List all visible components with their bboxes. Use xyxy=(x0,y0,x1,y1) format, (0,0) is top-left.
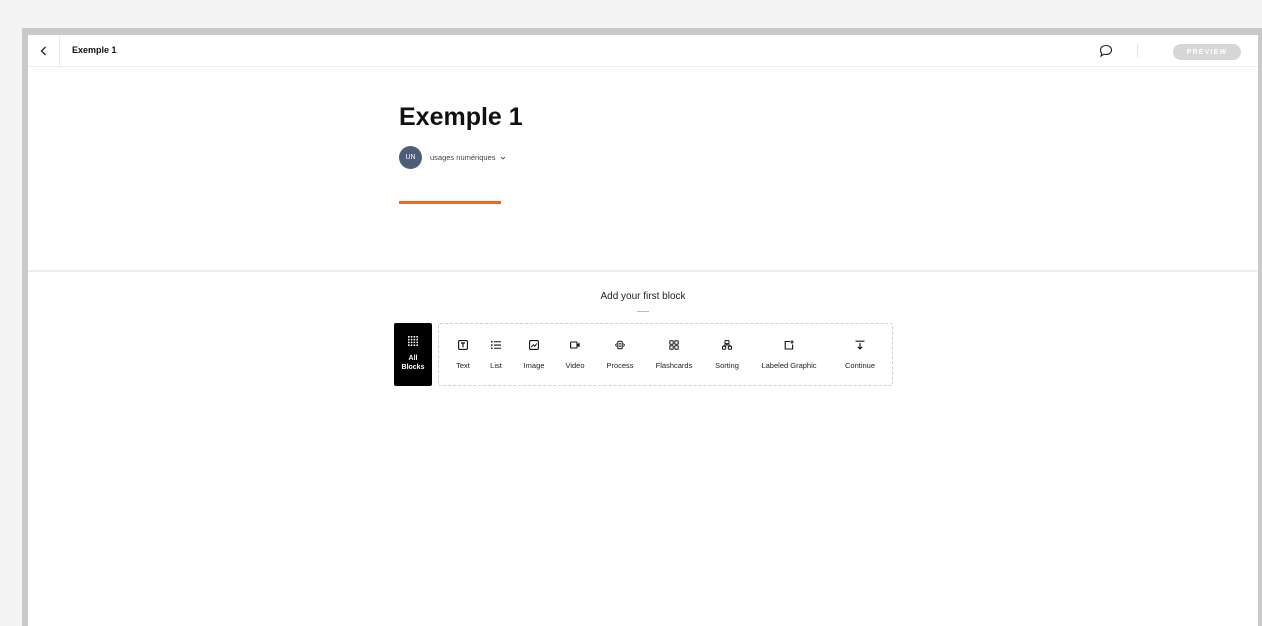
block-label: List xyxy=(490,361,502,370)
block-text-button[interactable]: Text xyxy=(445,324,481,385)
author-selector[interactable]: UN usages numériques xyxy=(399,146,506,169)
comment-icon xyxy=(1099,44,1113,58)
avatar: UN xyxy=(399,146,422,169)
add-block-prompt: Add your first block xyxy=(600,291,686,302)
block-sorting-button[interactable]: Sorting xyxy=(709,324,745,385)
block-list-button[interactable]: List xyxy=(481,324,511,385)
block-image-button[interactable]: Image xyxy=(515,324,553,385)
document-title: Exemple 1 xyxy=(72,45,117,55)
grid-icon xyxy=(408,336,418,346)
block-flashcards-button[interactable]: Flashcards xyxy=(649,324,699,385)
top-bar: Exemple 1 PREVIEW xyxy=(28,35,1258,67)
image-icon xyxy=(529,340,539,350)
block-type-bar: Text List Image Video Process Flashcards… xyxy=(438,323,893,386)
continue-icon xyxy=(855,340,865,350)
prompt-underline xyxy=(637,311,649,312)
labeled-graphic-icon xyxy=(784,340,794,350)
block-process-button[interactable]: Process xyxy=(597,324,643,385)
list-icon xyxy=(491,341,501,349)
back-button[interactable] xyxy=(28,35,60,67)
block-label: Process xyxy=(606,361,634,370)
video-icon xyxy=(570,341,580,349)
page-title: Exemple 1 xyxy=(399,103,523,131)
title-accent-bar xyxy=(399,201,501,204)
chevron-down-icon xyxy=(501,156,506,160)
block-label: Video xyxy=(565,361,585,370)
comment-button[interactable] xyxy=(1098,43,1114,59)
all-blocks-button[interactable]: All Blocks xyxy=(394,323,432,386)
chevron-left-icon xyxy=(40,46,46,56)
flashcards-icon xyxy=(669,340,679,350)
editor-canvas: Exemple 1 PREVIEW Exemple 1 UN usages nu… xyxy=(28,35,1258,626)
text-icon xyxy=(458,340,468,350)
author-name: usages numériques xyxy=(430,153,496,162)
block-continue-button[interactable]: Continue xyxy=(835,324,885,385)
process-icon xyxy=(615,340,625,350)
block-label: Text xyxy=(456,361,470,370)
toolbar-divider xyxy=(1137,44,1138,58)
block-label: Continue xyxy=(844,361,876,370)
block-label: Sorting xyxy=(715,361,739,370)
block-label: Image xyxy=(523,361,545,370)
block-label: Flashcards xyxy=(655,361,693,370)
block-labeled-graphic-button[interactable]: Labeled Graphic xyxy=(753,324,825,385)
section-divider xyxy=(28,270,1258,272)
block-label: Labeled Graphic xyxy=(761,361,817,370)
all-blocks-label: All Blocks xyxy=(401,355,425,371)
preview-button[interactable]: PREVIEW xyxy=(1173,44,1241,60)
sorting-icon xyxy=(722,340,732,350)
block-video-button[interactable]: Video xyxy=(557,324,593,385)
